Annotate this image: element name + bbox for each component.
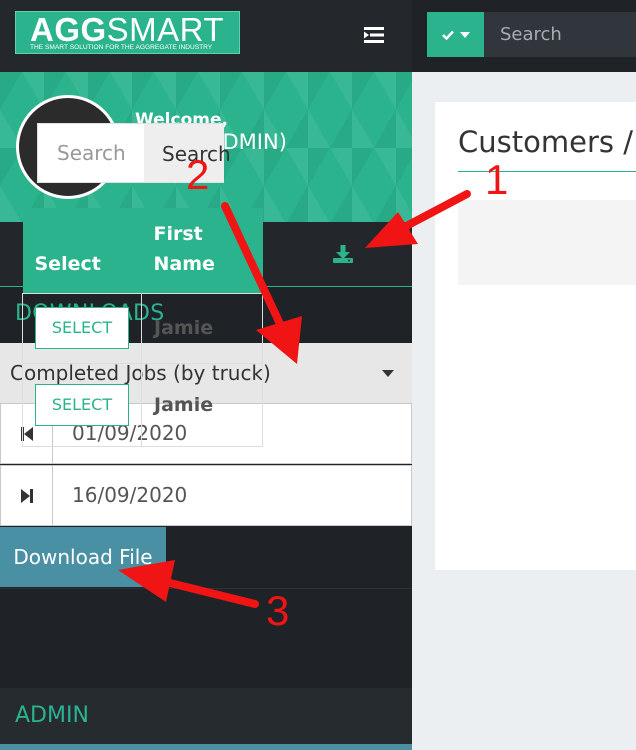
table-search-input[interactable] bbox=[37, 123, 144, 183]
column-header-label: Select bbox=[34, 252, 101, 275]
top-search-input[interactable] bbox=[484, 12, 636, 57]
logo-wordmark: AGGSMART bbox=[30, 12, 224, 48]
first-name-cell: Jamie bbox=[141, 362, 263, 447]
first-name-cell: Jamie bbox=[141, 292, 263, 364]
customers-table: Select First Name SELECT Jamie SELECT Jam… bbox=[22, 208, 263, 447]
check-icon bbox=[441, 30, 454, 40]
step-forward-icon bbox=[20, 488, 33, 503]
download-file-button[interactable]: Download File bbox=[0, 527, 166, 587]
logo-bar: AGGSMART THE SMART SOLUTION FOR THE AGGR… bbox=[0, 0, 412, 72]
table-header-row: Select First Name bbox=[22, 208, 263, 293]
admin-section: ADMIN bbox=[0, 688, 412, 750]
logo-tagline: THE SMART SOLUTION FOR THE AGGREGATE IND… bbox=[30, 44, 213, 51]
select-button[interactable]: SELECT bbox=[35, 307, 129, 349]
select-button[interactable]: SELECT bbox=[35, 383, 129, 426]
main-panel: Customers / C bbox=[435, 102, 636, 570]
divider bbox=[0, 588, 412, 589]
page-title: Customers / C bbox=[458, 125, 636, 159]
filter-dropdown-button[interactable] bbox=[427, 12, 484, 57]
admin-strip bbox=[0, 744, 412, 750]
tab-downloads[interactable] bbox=[274, 222, 411, 286]
logo-agg: AGG bbox=[30, 11, 107, 48]
app-logo[interactable]: AGGSMART THE SMART SOLUTION FOR THE AGGR… bbox=[15, 11, 240, 54]
column-header-first-name[interactable]: First Name bbox=[141, 208, 263, 293]
caret-down-icon bbox=[459, 31, 470, 38]
select-cell: SELECT bbox=[22, 362, 142, 447]
caret-down-icon bbox=[382, 370, 394, 377]
table-search-bar bbox=[458, 200, 636, 285]
end-date-button[interactable] bbox=[1, 466, 53, 525]
logo-smart: SMART bbox=[106, 11, 225, 48]
table-row: SELECT Jamie bbox=[22, 292, 263, 364]
table-search-button[interactable]: Search bbox=[144, 123, 231, 183]
column-header-label-line1: First bbox=[153, 222, 203, 245]
end-date-row: 16/09/2020 bbox=[0, 465, 412, 526]
column-header-label-line2: Name bbox=[153, 252, 215, 275]
select-cell: SELECT bbox=[22, 292, 142, 364]
column-header-select[interactable]: Select bbox=[22, 208, 142, 293]
top-bar bbox=[412, 0, 636, 72]
table-row: SELECT Jamie bbox=[22, 362, 263, 447]
sidebar-toggle-button[interactable] bbox=[358, 20, 390, 50]
admin-header: ADMIN bbox=[15, 703, 89, 728]
menu-collapse-icon bbox=[364, 27, 384, 43]
title-divider bbox=[458, 171, 636, 172]
end-date-field[interactable]: 16/09/2020 bbox=[72, 483, 187, 507]
download-icon bbox=[332, 245, 353, 263]
